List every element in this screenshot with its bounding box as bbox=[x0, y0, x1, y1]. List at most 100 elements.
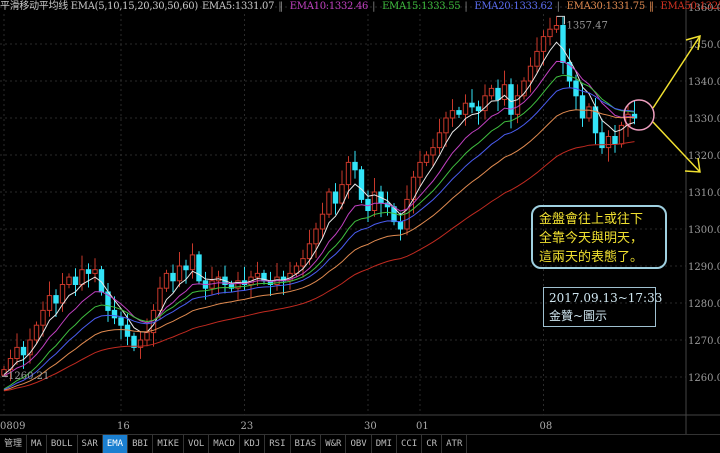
tab-kdj[interactable]: KDJ bbox=[240, 435, 266, 453]
candle-up bbox=[423, 154, 430, 163]
candle-down bbox=[332, 191, 339, 204]
candle-up bbox=[540, 36, 547, 52]
tab-bias[interactable]: BIAS bbox=[291, 435, 322, 453]
tab-macd[interactable]: MACD bbox=[209, 435, 240, 453]
candle-down bbox=[579, 95, 586, 119]
x-tick-label: 0809 bbox=[0, 421, 25, 432]
candle-down bbox=[352, 161, 358, 171]
x-tick-label: 08 bbox=[540, 421, 553, 432]
date-text: 2017.09.13~17:33 bbox=[549, 291, 663, 305]
candle-down bbox=[131, 335, 137, 348]
tab-atr[interactable]: ATR bbox=[442, 435, 468, 453]
candle-up bbox=[553, 25, 560, 30]
tab-ema[interactable]: EMA bbox=[102, 435, 129, 453]
candle-down bbox=[456, 110, 462, 115]
candle-up bbox=[306, 243, 313, 260]
tab-boll[interactable]: BOLL bbox=[47, 435, 78, 453]
candle-up bbox=[462, 102, 469, 115]
candle-up bbox=[345, 161, 352, 186]
tab-rsi[interactable]: RSI bbox=[265, 435, 291, 453]
candle-down bbox=[196, 254, 202, 282]
candle-down bbox=[118, 317, 124, 326]
candle-up bbox=[430, 147, 436, 156]
candle-up bbox=[547, 28, 553, 38]
ema15-value: EMA15:1333.55 bbox=[382, 1, 461, 12]
candle-up bbox=[66, 276, 72, 286]
candle-up bbox=[417, 161, 423, 178]
x-tick-label: 01 bbox=[416, 421, 429, 432]
candle-up bbox=[254, 272, 261, 278]
note-line: 這兩天的表態了。 bbox=[539, 250, 644, 265]
y-tick-label: 1350.00 bbox=[688, 40, 720, 51]
candle-up bbox=[163, 272, 170, 289]
candle-down bbox=[20, 346, 27, 356]
candle-up bbox=[40, 309, 46, 326]
x-tick-label: 30 bbox=[364, 421, 377, 432]
candle-up bbox=[436, 132, 443, 149]
candle-up bbox=[189, 254, 196, 271]
tab-bbi[interactable]: BBI bbox=[128, 435, 154, 453]
tab-obv[interactable]: OBV bbox=[346, 435, 372, 453]
y-tick-label: 1270.00 bbox=[688, 336, 720, 347]
tab-w&r[interactable]: W&R bbox=[321, 435, 347, 453]
candle-down bbox=[475, 106, 482, 112]
tab-管理[interactable]: 管理 bbox=[0, 435, 28, 453]
candle-up bbox=[326, 191, 332, 215]
candle-down bbox=[560, 25, 566, 63]
y-tick-label: 1310.00 bbox=[688, 188, 720, 199]
candle-up bbox=[33, 324, 40, 341]
y-tick-label: 1290.00 bbox=[688, 262, 720, 273]
note-line: 金盤會往上或往下 bbox=[539, 212, 644, 227]
candle-up bbox=[319, 213, 326, 230]
tab-sar[interactable]: SAR bbox=[78, 435, 103, 453]
candle-up bbox=[176, 265, 183, 282]
tab-cci[interactable]: CCI bbox=[397, 435, 423, 453]
candle-down bbox=[599, 132, 605, 149]
candle-up bbox=[449, 110, 456, 119]
candle-down bbox=[612, 136, 618, 145]
date-box: 2017.09.13~17:33 金贊~圖示 bbox=[543, 287, 663, 327]
candle-up bbox=[488, 87, 495, 97]
candle-down bbox=[183, 265, 189, 271]
candle-up bbox=[14, 346, 20, 359]
y-tick-label: 1340.00 bbox=[688, 77, 720, 88]
candle-up bbox=[300, 258, 306, 267]
indicator-title: 平滑移动平均线 EMA(5,10,15,20,30,50,60) bbox=[0, 1, 198, 12]
author-text: 金贊~圖示 bbox=[549, 309, 608, 323]
ema5-value: EMA5:1331.07 bbox=[201, 1, 275, 12]
candle-up bbox=[79, 269, 85, 286]
candle-up bbox=[605, 136, 612, 149]
tab-vol[interactable]: VOL bbox=[184, 435, 210, 453]
indicator-header: 平滑移动平均线 EMA(5,10,15,20,30,50,60) EMA5:133… bbox=[0, 0, 720, 14]
y-tick-label: 1260.00 bbox=[688, 373, 720, 384]
ema10-value: EMA10:1332.46 bbox=[289, 1, 369, 12]
x-tick-label: 16 bbox=[117, 421, 130, 432]
tab-cr[interactable]: CR bbox=[422, 435, 443, 453]
candle-down bbox=[53, 295, 59, 304]
y-tick-label: 1330.00 bbox=[688, 114, 720, 125]
candle-down bbox=[85, 269, 92, 274]
candle-up bbox=[443, 117, 449, 134]
indicator-tabs: 管理 MA BOLL SAR EMA BBI MIKE VOL MACD KDJ RSI BIAS W&… bbox=[0, 434, 720, 453]
candle-up bbox=[534, 50, 540, 67]
x-tick-label: 23 bbox=[241, 421, 254, 432]
candle-up bbox=[157, 287, 163, 311]
arrow-down-icon bbox=[652, 121, 701, 173]
y-tick-label: 1280.00 bbox=[688, 299, 720, 310]
candle-down bbox=[397, 221, 404, 230]
candle-up bbox=[92, 269, 98, 274]
high-label: 1357.47 bbox=[567, 20, 608, 31]
low-label: 1260.21 bbox=[8, 371, 49, 382]
candle-down bbox=[495, 87, 501, 101]
y-tick-label: 1300.00 bbox=[688, 225, 720, 236]
candle-down bbox=[358, 169, 365, 200]
tab-mike[interactable]: MIKE bbox=[153, 435, 185, 453]
y-tick-label: 1320.00 bbox=[688, 151, 720, 162]
tab-dmi[interactable]: DMI bbox=[372, 435, 397, 453]
note-line: 全靠今天與明天， bbox=[539, 231, 644, 246]
tab-ma[interactable]: MA bbox=[27, 435, 47, 453]
candle-up bbox=[339, 184, 345, 204]
candle-up bbox=[144, 332, 150, 341]
candle-up bbox=[59, 284, 66, 304]
candle-up bbox=[527, 65, 534, 82]
